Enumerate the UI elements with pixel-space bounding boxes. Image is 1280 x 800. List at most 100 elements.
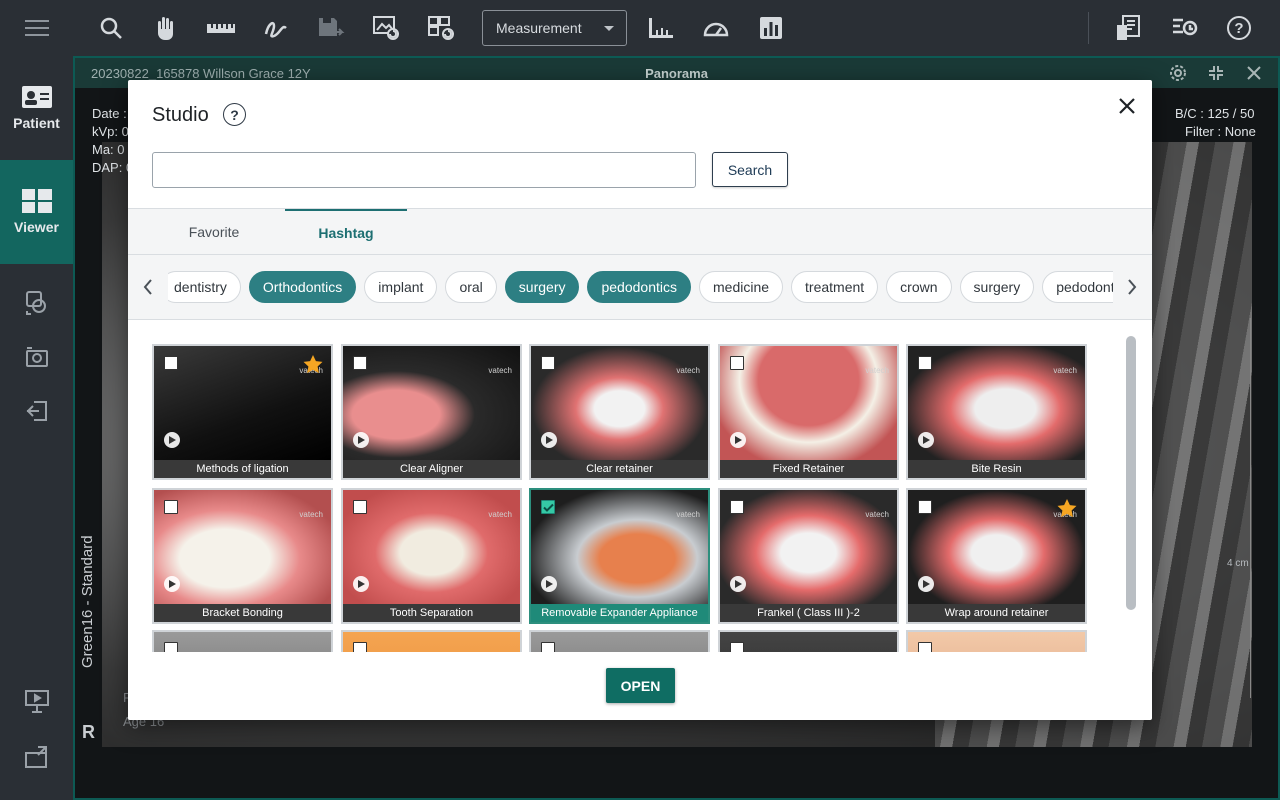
card-checkbox[interactable] [541,642,555,652]
sidebar-item-viewer[interactable]: Viewer [0,160,73,264]
hashtag-chip[interactable]: treatment [791,271,879,303]
play-icon[interactable] [164,432,180,448]
tab-hashtag[interactable]: Hashtag [285,209,407,255]
card-checkbox[interactable] [164,356,178,370]
video-card[interactable]: vatech Tooth Separation [341,488,522,624]
play-icon[interactable] [541,576,557,592]
sidebar-tool-presentation[interactable] [22,686,52,716]
video-thumbnail [720,346,897,460]
card-checkbox[interactable] [164,500,178,514]
angle-tool[interactable] [701,13,731,43]
play-icon[interactable] [353,432,369,448]
card-checkbox[interactable] [730,642,744,652]
card-checkbox[interactable] [541,500,555,514]
video-card[interactable] [718,630,899,652]
dialog-close-button[interactable] [1114,93,1140,119]
video-card[interactable]: vatech Frankel ( Class III )-2 [718,488,899,624]
play-icon[interactable] [918,432,934,448]
hashtag-chip[interactable]: implant [364,271,438,303]
video-card[interactable]: vatech Removable Expander Appliance [529,488,710,624]
play-icon[interactable] [730,432,746,448]
save-tool[interactable] [316,13,346,43]
video-card[interactable]: vatech Methods of ligation [152,344,333,480]
tab-favorite[interactable]: Favorite [153,209,275,255]
card-checkbox[interactable] [353,356,367,370]
card-title: Tooth Separation [343,604,520,622]
hashtag-chip[interactable]: oral [445,271,497,303]
video-card[interactable] [341,630,522,652]
open-button[interactable]: OPEN [606,668,675,703]
card-checkbox[interactable] [918,642,932,652]
close-icon [1119,98,1135,114]
card-checkbox[interactable] [730,500,744,514]
play-icon[interactable] [541,432,557,448]
tags-prev-button[interactable] [138,277,158,297]
hashtag-chip[interactable]: pedodontics [1042,271,1113,303]
hashtag-chip[interactable]: Orthodontics [248,271,357,303]
card-checkbox[interactable] [541,356,555,370]
scale-label: 4 cm [1227,558,1249,569]
list-settings-icon [1173,18,1198,36]
video-card[interactable]: vatech Clear retainer [529,344,710,480]
chevron-left-icon [143,279,152,295]
video-card[interactable] [152,630,333,652]
video-thumbnail [531,632,708,652]
patient-card-icon [21,86,52,108]
hashtag-chip[interactable]: surgery [959,271,1035,303]
chart-tool[interactable] [756,13,786,43]
favorite-star-icon[interactable] [1057,498,1077,518]
video-card[interactable]: vatech Fixed Retainer [718,344,899,480]
hashtag-chip[interactable]: medicine [699,271,784,303]
play-icon[interactable] [353,576,369,592]
video-card[interactable]: vatech Bite Resin [906,344,1087,480]
sidebar-tool-capture[interactable] [22,342,52,372]
list-settings-tool[interactable] [1169,13,1199,43]
viewer-fit-button[interactable] [1205,62,1227,84]
hashtag-chip[interactable]: pedodontics [587,271,691,303]
camera-icon [26,347,48,367]
ruler-tool[interactable] [206,13,236,43]
play-icon[interactable] [918,576,934,592]
sidebar-tool-scan[interactable] [22,288,52,318]
hashtag-chip[interactable]: crown [886,271,952,303]
video-card[interactable]: vatech Clear Aligner [341,344,522,480]
card-checkbox[interactable] [918,356,932,370]
grid-scrollbar-thumb[interactable] [1126,336,1136,610]
dialog-help-button[interactable]: ? [223,103,246,126]
card-checkbox[interactable] [730,356,744,370]
favorite-star-icon[interactable] [303,354,323,374]
help-tool[interactable]: ? [1224,13,1254,43]
play-icon[interactable] [730,576,746,592]
card-checkbox[interactable] [353,500,367,514]
scale-tool[interactable] [646,13,676,43]
menu-button[interactable] [0,0,73,56]
video-card[interactable] [906,630,1087,652]
report-tool[interactable] [1114,13,1144,43]
viewer-settings-button[interactable] [1167,62,1189,84]
play-icon[interactable] [164,576,180,592]
sidebar-tool-export[interactable] [22,742,52,772]
search-tool[interactable] [96,13,126,43]
video-card[interactable]: vatech Wrap around retainer [906,488,1087,624]
sidebar-tool-import[interactable] [22,396,52,426]
video-card[interactable] [529,630,710,652]
search-input[interactable] [152,152,696,188]
viewer-close-button[interactable] [1243,62,1265,84]
grid-scrollbar[interactable] [1126,336,1136,610]
sidebar-item-patient[interactable]: Patient [0,56,73,160]
hashtag-chip[interactable]: dentistry [168,271,241,303]
search-button[interactable]: Search [712,152,788,187]
measurement-select[interactable]: Measurement [482,10,627,46]
pan-tool[interactable] [151,13,181,43]
draw-tool[interactable] [261,13,291,43]
scale-ruler [1250,318,1264,698]
card-checkbox[interactable] [353,642,367,652]
hashtag-chip[interactable]: surgery [504,271,580,303]
image-refresh-tool[interactable] [371,13,401,43]
video-card[interactable]: vatech Bracket Bonding [152,488,333,624]
card-checkbox[interactable] [918,500,932,514]
layout-refresh-tool[interactable] [426,13,456,43]
card-checkbox[interactable] [164,642,178,652]
video-thumbnail [343,490,520,604]
tags-next-button[interactable] [1122,277,1142,297]
